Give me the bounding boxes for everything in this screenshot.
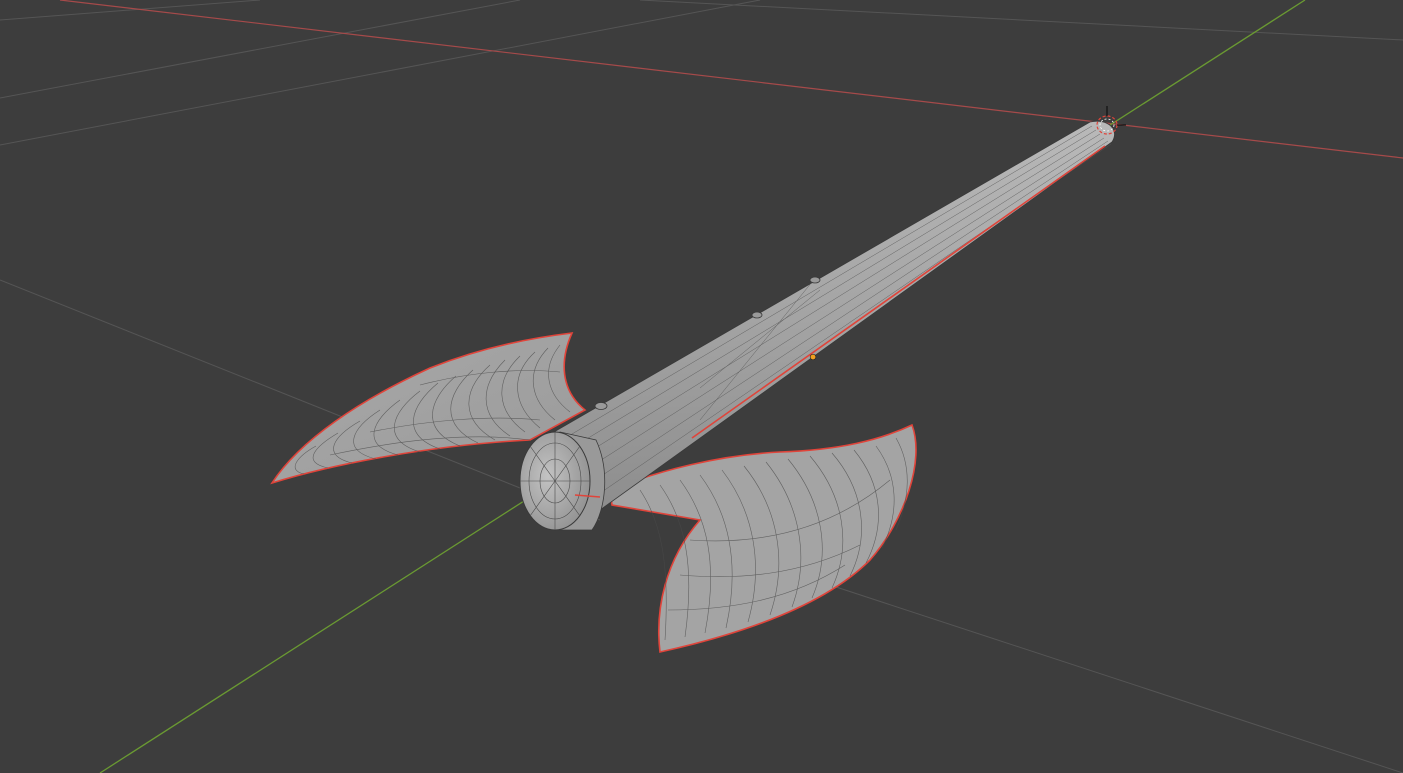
rivet — [751, 311, 763, 319]
object-origin-dot — [809, 353, 817, 361]
rivet — [809, 276, 821, 284]
3d-viewport[interactable] — [0, 0, 1403, 773]
rivet — [594, 402, 608, 410]
end-cap-knob[interactable] — [519, 431, 606, 531]
viewport-canvas[interactable] — [0, 0, 1403, 773]
x-axis-line — [59, 0, 1403, 159]
selected-edge — [691, 145, 1106, 439]
